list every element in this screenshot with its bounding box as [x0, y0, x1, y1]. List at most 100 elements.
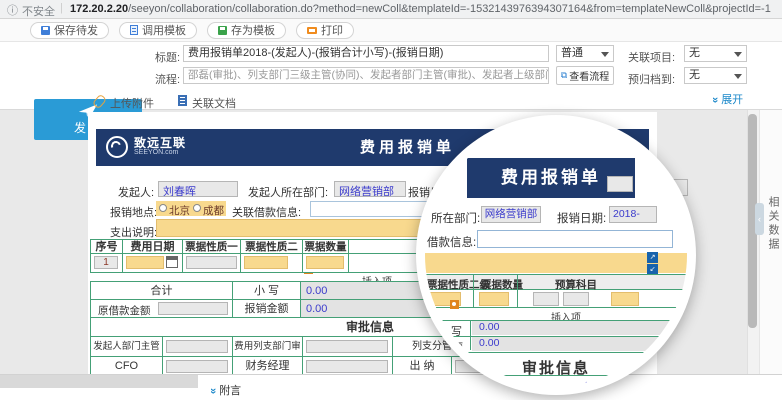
in-words-label-cell: 小 写 [232, 281, 301, 300]
related-document-icon [178, 95, 187, 106]
footer-grey-block [0, 375, 198, 388]
url-text[interactable]: 172.20.2.20/seeyon/collaboration/collabo… [70, 3, 775, 15]
flow-diagram-icon: ⧉ [561, 70, 567, 81]
radio-chengdu[interactable] [193, 204, 201, 212]
save-draft-button[interactable]: 保存待发 [30, 22, 109, 39]
loan-label: 关联借款信息: [232, 204, 301, 220]
magnified-loan-input [477, 230, 673, 248]
col-header-count: 票据数量 [302, 239, 349, 254]
magnified-loan-label: 借款信息: [427, 234, 476, 250]
print-label: 打印 [321, 22, 343, 38]
upload-attachment-link[interactable]: 上传附件 [110, 95, 154, 111]
expand-ne-icon: ↗ [647, 252, 658, 263]
dept-label: 发起人所在部门: [248, 184, 328, 200]
approver-expense-dept-cell: 费用列支部门审批 [232, 336, 303, 357]
magnified-org-icon [450, 300, 459, 309]
cfo-input [166, 360, 228, 373]
magnified-dept-label: 所在部门: [431, 210, 480, 226]
brand-name-en: SEEYON.com [134, 149, 178, 156]
expand-label: 展开 [721, 94, 743, 106]
orig-loan-label: 原借款金额 [98, 303, 151, 318]
col-header-nature1: 票据性质一级 [182, 239, 241, 254]
view-flow-button[interactable]: ⧉ 查看流程 [556, 66, 614, 85]
url-path: /seeyon/collaboration/collaboration.do?m… [128, 3, 771, 15]
row-index-value: 1 [94, 256, 118, 269]
radio-beijing[interactable] [159, 204, 167, 212]
related-project-label: 关联项目: [628, 49, 675, 65]
magnified-grey-input [607, 176, 633, 192]
expand-toggle[interactable]: » 展开 [712, 91, 743, 107]
magnified-budget-input-3 [611, 292, 639, 306]
magnified-date-label: 报销日期: [557, 210, 606, 226]
reimburse-label-cell: 报销金额 [232, 299, 301, 318]
side-panel-collapse-handle[interactable]: ‹ [755, 203, 764, 235]
use-template-button[interactable]: 调用模板 [119, 22, 197, 39]
browser-address-bar[interactable]: ⓘ 不安全 | 172.20.2.20/seeyon/collaboration… [0, 0, 782, 19]
dept-input[interactable]: 网络营销部 [334, 181, 406, 197]
side-panel-tab-related-data[interactable]: 相关数据 [765, 196, 781, 252]
flow-input[interactable]: 邵磊(审批)、列支部门三级主管(协同)、发起者部门主管(审批)、发起者上级部门部… [183, 67, 549, 84]
title-label: 标题: [155, 49, 180, 65]
magnified-amount-value: 0.00 [472, 337, 677, 351]
initiator-input[interactable]: 刘春晖 [158, 181, 238, 197]
printer-icon [307, 27, 317, 34]
seeyon-new-collaboration-page: ⓘ 不安全 | 172.20.2.20/seeyon/collaboration… [0, 0, 782, 400]
expense-label: 支出说明: [110, 224, 157, 240]
magnified-in-words-value: 0.00 [472, 321, 677, 335]
magnified-budget-input-1 [533, 292, 559, 306]
prearchive-label: 预归档到: [628, 71, 675, 87]
action-toolbar: 保存待发 调用模板 存为模板 打印 [0, 19, 782, 42]
magnified-dept-input: 网络营销部 [481, 206, 541, 223]
magnified-col-budget: 预算科目 [555, 277, 597, 292]
floppy-green-icon [218, 26, 227, 35]
save-as-template-button[interactable]: 存为模板 [207, 22, 286, 39]
nature2-input[interactable] [244, 256, 288, 269]
expense-date-input[interactable] [126, 256, 164, 269]
approver-dept-mgr-cell: 发起人部门主管 [90, 336, 163, 357]
cfo-cell: CFO [90, 356, 163, 376]
title-input[interactable]: 费用报销单2018-(发起人)-(报销合计小写)-(报销日期) [183, 45, 549, 62]
caret-icon [734, 74, 742, 79]
approver-expense-input [306, 340, 388, 353]
magnified-count-input [479, 292, 509, 306]
security-label[interactable]: 不安全 [22, 3, 55, 19]
prearchive-value: 无 [689, 69, 700, 81]
initiator-label: 发起人: [118, 184, 154, 200]
flow-label: 流程: [155, 71, 180, 87]
save-draft-label: 保存待发 [54, 22, 98, 38]
col-header-index: 序号 [90, 239, 123, 254]
info-icon[interactable]: ⓘ [7, 2, 18, 18]
prearchive-select[interactable]: 无 [684, 67, 747, 84]
location-label: 报销地点: [110, 204, 157, 220]
radio-beijing-label[interactable]: 北京 [169, 203, 190, 218]
document-icon [130, 25, 138, 35]
magnified-approver-value: 刘春晖 [583, 379, 616, 386]
finance-mgr-input [306, 360, 388, 373]
col-header-date: 费用日期 [122, 239, 183, 254]
nature1-input[interactable] [186, 256, 237, 269]
count-input[interactable] [306, 256, 344, 269]
priority-value: 普通 [561, 47, 583, 59]
calendar-icon[interactable] [166, 256, 178, 268]
magnified-date-input: 2018- [609, 206, 657, 223]
view-flow-label: 查看流程 [569, 68, 609, 83]
divider: | [60, 2, 63, 14]
floppy-icon [41, 26, 50, 35]
postscript-toggle[interactable]: » 附言 [210, 382, 241, 398]
print-button[interactable]: 打印 [296, 22, 354, 39]
radio-chengdu-label[interactable]: 成都 [203, 203, 224, 218]
url-host: 172.20.2.20 [70, 3, 128, 15]
related-document-link[interactable]: 关联文档 [192, 95, 236, 111]
approver-dept-mgr-input [166, 340, 228, 353]
orig-loan-input[interactable] [158, 302, 228, 315]
seeyon-logo-icon [106, 136, 128, 158]
total-label-cell: 合计 [90, 281, 233, 300]
priority-select[interactable]: 普通 [556, 45, 614, 62]
collaboration-header: 发送 标题: 费用报销单2018-(发起人)-(报销合计小写)-(报销日期) 普… [0, 42, 782, 110]
save-as-template-label: 存为模板 [231, 22, 275, 38]
col-header-nature2: 票据性质二级 [240, 239, 303, 254]
related-project-value: 无 [689, 47, 700, 59]
postscript-label: 附言 [219, 385, 241, 397]
chevron-double-down-icon: » [207, 388, 219, 394]
related-project-select[interactable]: 无 [684, 45, 747, 62]
